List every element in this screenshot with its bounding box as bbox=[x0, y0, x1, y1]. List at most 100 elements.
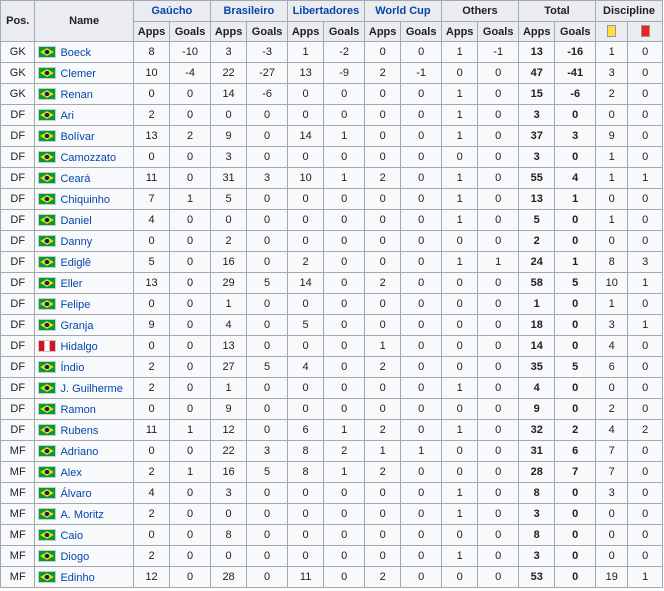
brasileiro-apps: 27 bbox=[209, 356, 248, 378]
world-cup-goals: 0 bbox=[400, 524, 442, 546]
yellow-cards: 4 bbox=[594, 419, 629, 441]
brazil-flag-icon[interactable] bbox=[38, 255, 57, 268]
player-name-link[interactable]: J. Guilherme bbox=[60, 383, 122, 395]
player-name-link[interactable]: Clemer bbox=[60, 68, 95, 80]
player-name-link[interactable]: Caio bbox=[60, 530, 83, 542]
brazil-flag-icon[interactable] bbox=[38, 66, 57, 79]
brasileiro-apps: 0 bbox=[209, 209, 248, 231]
player-name-link[interactable]: Álvaro bbox=[60, 488, 91, 500]
brasileiro-apps: 3 bbox=[209, 482, 248, 504]
player-name-link[interactable]: Eller bbox=[60, 278, 82, 290]
brazil-flag-icon[interactable] bbox=[38, 87, 57, 100]
brazil-flag-icon[interactable] bbox=[38, 45, 57, 58]
brazil-flag-icon[interactable] bbox=[38, 402, 57, 415]
player-position: MF bbox=[0, 503, 36, 525]
brazil-flag-icon[interactable] bbox=[38, 150, 57, 163]
player-position: MF bbox=[0, 524, 36, 546]
brazil-flag-icon[interactable] bbox=[38, 423, 57, 436]
table-row: DF Ediglê 5 0 16 0 2 0 0 0 1 1 24 1 8 3 bbox=[0, 251, 663, 273]
red-cards: 1 bbox=[627, 566, 663, 588]
total-apps: 15 bbox=[517, 83, 556, 105]
brazil-flag-icon[interactable] bbox=[38, 381, 57, 394]
player-name-link[interactable]: Felipe bbox=[60, 299, 90, 311]
total-goals: 0 bbox=[554, 545, 596, 567]
libertadores-goals: 0 bbox=[323, 566, 365, 588]
brasileiro-apps: 28 bbox=[209, 566, 248, 588]
gaucho-apps: 8 bbox=[132, 41, 171, 63]
brasileiro-link[interactable]: Brasileiro bbox=[223, 5, 274, 17]
total-goals: 5 bbox=[554, 272, 596, 294]
others-apps: 1 bbox=[440, 83, 479, 105]
player-name-link[interactable]: Danny bbox=[60, 236, 92, 248]
gaucho-apps: 0 bbox=[132, 146, 171, 168]
brazil-flag-icon[interactable] bbox=[38, 318, 57, 331]
total-apps: 35 bbox=[517, 356, 556, 378]
player-name-link[interactable]: Granja bbox=[60, 320, 93, 332]
red-cards: 0 bbox=[627, 104, 663, 126]
world-cup-goals: 0 bbox=[400, 188, 442, 210]
red-cards: 0 bbox=[627, 230, 663, 252]
player-name-link[interactable]: Diogo bbox=[60, 551, 89, 563]
brazil-flag-icon[interactable] bbox=[38, 276, 57, 289]
player-name-link[interactable]: Boeck bbox=[60, 47, 91, 59]
world-cup-apps: 0 bbox=[363, 230, 402, 252]
yellow-cards: 10 bbox=[594, 272, 629, 294]
player-name-link[interactable]: Daniel bbox=[60, 215, 91, 227]
others-goals: 0 bbox=[477, 83, 519, 105]
player-name-link[interactable]: Edinho bbox=[60, 572, 94, 584]
gaucho-link[interactable]: Gaúcho bbox=[151, 5, 192, 17]
libertadores-apps: 0 bbox=[286, 209, 325, 231]
player-name-link[interactable]: Chiquinho bbox=[60, 194, 110, 206]
brazil-flag-icon[interactable] bbox=[38, 549, 57, 562]
player-name-link[interactable]: Ramon bbox=[60, 404, 95, 416]
red-cards: 1 bbox=[627, 272, 663, 294]
player-name-link[interactable]: Índio bbox=[60, 362, 84, 374]
libertadores-goals: 0 bbox=[323, 377, 365, 399]
world-cup-apps: 0 bbox=[363, 188, 402, 210]
brazil-flag-icon[interactable] bbox=[38, 444, 57, 457]
player-name-link[interactable]: Renan bbox=[60, 89, 92, 101]
brazil-flag-icon[interactable] bbox=[38, 297, 57, 310]
player-name-link[interactable]: Ediglê bbox=[60, 257, 91, 269]
brazil-flag-icon[interactable] bbox=[38, 129, 57, 142]
brasileiro-apps: 9 bbox=[209, 398, 248, 420]
table-row: DF J. Guilherme 2 0 1 0 0 0 0 0 1 0 4 0 0 0 bbox=[0, 377, 663, 399]
total-goals: 0 bbox=[554, 335, 596, 357]
brazil-flag-icon[interactable] bbox=[38, 528, 57, 541]
player-name-link[interactable]: Camozzato bbox=[60, 152, 116, 164]
player-name-link[interactable]: Hidalgo bbox=[60, 341, 97, 353]
peru-flag-icon[interactable] bbox=[38, 339, 57, 352]
player-name-link[interactable]: Alex bbox=[60, 467, 81, 479]
brasileiro-apps: 12 bbox=[209, 419, 248, 441]
libertadores-apps: 0 bbox=[286, 398, 325, 420]
player-name-link[interactable]: Adriano bbox=[60, 446, 98, 458]
player-name-link[interactable]: Bolívar bbox=[60, 131, 94, 143]
brasileiro-goals: 0 bbox=[246, 545, 288, 567]
brazil-flag-icon[interactable] bbox=[38, 486, 57, 499]
brazil-flag-icon[interactable] bbox=[38, 507, 57, 520]
total-apps: 31 bbox=[517, 440, 556, 462]
brazil-flag-icon[interactable] bbox=[38, 465, 57, 478]
red-cards: 2 bbox=[627, 419, 663, 441]
world-cup-apps: 0 bbox=[363, 209, 402, 231]
player-name-link[interactable]: Ari bbox=[60, 110, 73, 122]
libertadores-link[interactable]: Libertadores bbox=[293, 5, 360, 17]
player-name-link[interactable]: Ceará bbox=[60, 173, 90, 185]
player-position: DF bbox=[0, 104, 36, 126]
player-name-link[interactable]: Rubens bbox=[60, 425, 98, 437]
table-row: MF Caio 0 0 8 0 0 0 0 0 0 0 8 0 0 0 bbox=[0, 524, 663, 546]
world-cup-goals: 0 bbox=[400, 125, 442, 147]
brazil-flag-icon[interactable] bbox=[38, 360, 57, 373]
brazil-flag-icon[interactable] bbox=[38, 213, 57, 226]
brazil-flag-icon[interactable] bbox=[38, 108, 57, 121]
brazil-flag-icon[interactable] bbox=[38, 234, 57, 247]
player-name-link[interactable]: A. Moritz bbox=[60, 509, 103, 521]
total-goals: -16 bbox=[554, 41, 596, 63]
world-cup-link[interactable]: World Cup bbox=[375, 5, 430, 17]
libertadores-apps: 14 bbox=[286, 125, 325, 147]
others-apps: 0 bbox=[440, 440, 479, 462]
table-row: DF Hidalgo 0 0 13 0 0 0 1 0 0 0 14 0 4 0 bbox=[0, 335, 663, 357]
brazil-flag-icon[interactable] bbox=[38, 570, 57, 583]
brazil-flag-icon[interactable] bbox=[38, 192, 57, 205]
brazil-flag-icon[interactable] bbox=[38, 171, 57, 184]
